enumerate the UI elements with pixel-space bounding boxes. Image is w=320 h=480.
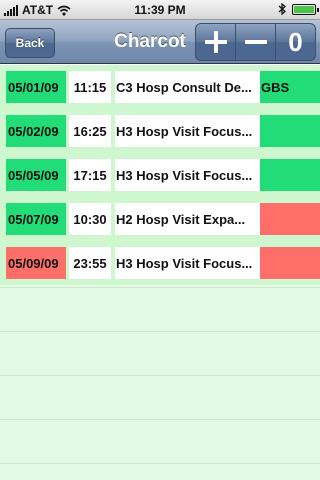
visit-time: 16:25 (69, 115, 111, 147)
visit-status (260, 247, 320, 279)
table-row[interactable]: 05/01/09 11:15 C3 Hosp Consult De... GBS (0, 65, 320, 109)
page-title: Charcot (114, 31, 186, 52)
visit-status (260, 159, 320, 191)
table-row[interactable]: 05/02/09 16:25 H3 Hosp Visit Focus... (0, 109, 320, 153)
remove-button[interactable] (236, 24, 276, 60)
table-row[interactable]: 05/09/09 23:55 H3 Hosp Visit Focus... (0, 241, 320, 285)
visit-date: 05/02/09 (6, 115, 66, 147)
visit-date: 05/07/09 (6, 203, 66, 235)
visit-rows: 05/01/09 11:15 C3 Hosp Consult De... GBS 05/… (0, 65, 320, 285)
table-row[interactable]: 05/05/09 17:15 H3 Hosp Visit Focus... (0, 153, 320, 197)
plus-icon (204, 31, 227, 53)
visit-time: 11:15 (69, 71, 111, 103)
table-row[interactable]: 05/07/09 10:30 H2 Hosp Visit Expa... (0, 197, 320, 241)
visit-status (260, 203, 320, 235)
back-button[interactable]: Back (5, 28, 55, 58)
visit-status (260, 115, 320, 147)
zero-label: 0 (288, 26, 303, 57)
visit-description: H3 Hosp Visit Focus... (115, 247, 260, 279)
status-time: 11:39 PM (134, 3, 186, 17)
bluetooth-icon (278, 3, 286, 15)
visit-date: 05/05/09 (6, 159, 66, 191)
visit-time: 10:30 (69, 203, 111, 235)
toolbar-segmented-control: 0 (195, 23, 316, 61)
visit-description: H3 Hosp Visit Focus... (115, 159, 260, 191)
visit-description: C3 Hosp Consult De... (115, 71, 260, 103)
minus-icon (244, 40, 267, 44)
visit-time: 17:15 (69, 159, 111, 191)
add-button[interactable] (196, 24, 236, 60)
visit-description: H3 Hosp Visit Focus... (115, 115, 260, 147)
visit-status: GBS (260, 71, 320, 103)
empty-list-area (0, 285, 320, 480)
visit-date: 05/09/09 (6, 247, 66, 279)
visit-description: H2 Hosp Visit Expa... (115, 203, 260, 235)
visit-date: 05/01/09 (6, 71, 66, 103)
status-bar: AT&T 11:39 PM (0, 0, 320, 20)
navigation-bar: Back Charcot 0 (0, 20, 320, 64)
zero-button[interactable]: 0 (276, 24, 315, 60)
battery-icon (292, 3, 319, 15)
visit-time: 23:55 (69, 247, 111, 279)
visit-list: 05/01/09 11:15 C3 Hosp Consult De... GBS 05/… (0, 65, 320, 480)
